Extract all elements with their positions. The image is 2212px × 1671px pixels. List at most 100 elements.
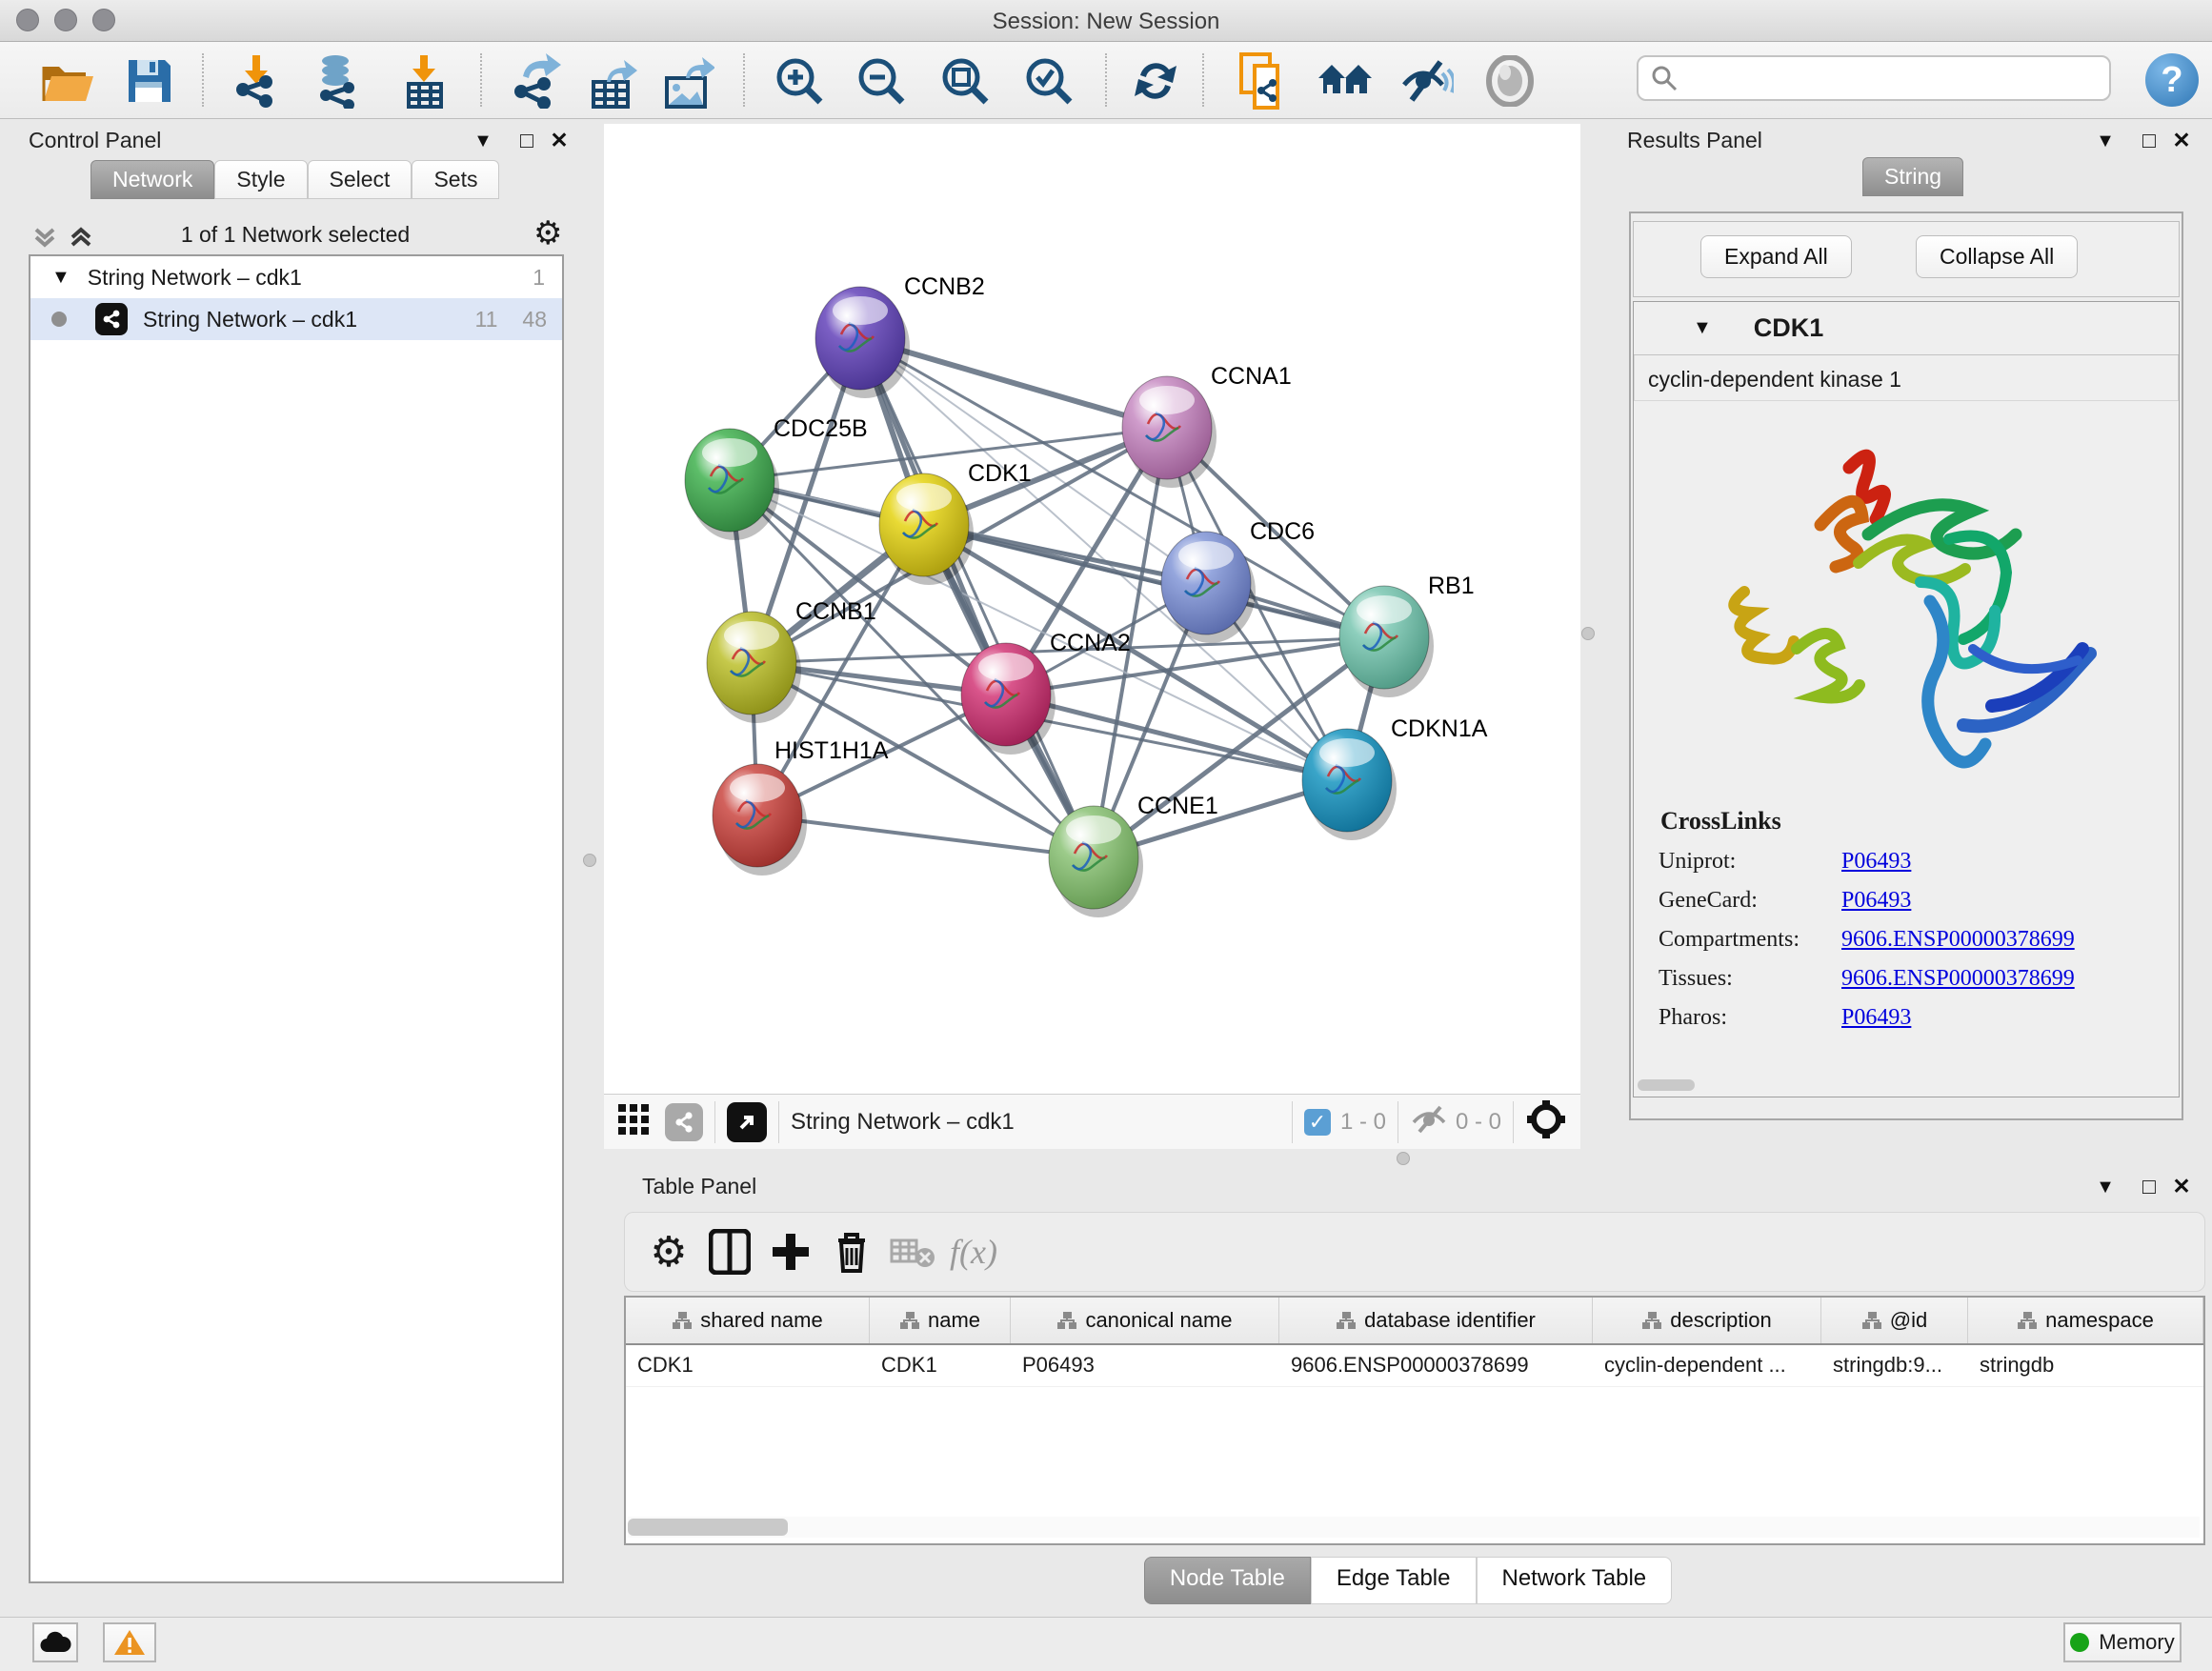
network-edge-count: 48 [522, 307, 547, 332]
node-label-RB1: RB1 [1428, 573, 1475, 599]
network-node-count: 11 [475, 307, 498, 332]
import-network-file-icon[interactable] [229, 53, 284, 109]
expand-all-button[interactable]: Expand All [1700, 235, 1852, 278]
crosslink-link[interactable]: P06493 [1841, 1005, 1911, 1031]
export-image-icon[interactable] [659, 53, 714, 109]
search-input[interactable] [1679, 66, 2079, 91]
node-CDK1[interactable]: CDK1 [879, 460, 1032, 585]
help-icon[interactable]: ? [2145, 53, 2199, 107]
column-header-name[interactable]: name [870, 1298, 1011, 1343]
table-panel-collapse-icon[interactable]: ▼ [2089, 1177, 2122, 1198]
control-panel-close-icon[interactable]: ✕ [543, 128, 575, 153]
node-CCNB2[interactable]: CCNB2 [815, 273, 985, 398]
node-label-CDK1: CDK1 [968, 460, 1032, 487]
column-header-namespace[interactable]: namespace [1968, 1298, 2203, 1343]
tab-network[interactable]: Network [90, 160, 214, 199]
share-view-icon[interactable] [665, 1103, 703, 1141]
column-header-databaseidentifier[interactable]: database identifier [1279, 1298, 1593, 1343]
network-row[interactable]: String Network – cdk1 11 48 [30, 298, 562, 340]
tab-network-table[interactable]: Network Table [1477, 1557, 1673, 1604]
control-panel-collapse-icon[interactable]: ▼ [467, 131, 499, 152]
node-RB1[interactable]: RB1 [1339, 573, 1475, 697]
neighbors-houses-icon[interactable] [1317, 53, 1372, 109]
node-CCNB1[interactable]: CCNB1 [707, 598, 876, 723]
collapse-all-button[interactable]: Collapse All [1916, 235, 2078, 278]
edge-CCNB2-CCNE1[interactable] [860, 338, 1094, 857]
results-panel-float-icon[interactable]: □ [2133, 128, 2165, 153]
table-panel-float-icon[interactable]: □ [2133, 1174, 2165, 1199]
birdseye-icon[interactable] [1482, 53, 1538, 109]
bottom-splitter-handle[interactable] [1397, 1152, 1410, 1165]
zoom-fit-icon[interactable] [937, 53, 993, 109]
crosslink-row: Uniprot:P06493 [1634, 849, 2179, 875]
export-network-icon[interactable] [509, 53, 564, 109]
table-hscrollbar-thumb[interactable] [628, 1519, 788, 1536]
results-panel-collapse-icon[interactable]: ▼ [2089, 131, 2122, 152]
right-splitter-handle[interactable] [1581, 627, 1595, 640]
open-session-icon[interactable] [40, 53, 95, 109]
node-CDC6[interactable]: CDC6 [1161, 518, 1315, 643]
network-collection-row[interactable]: ▼ String Network – cdk1 1 [30, 256, 562, 298]
hide-details-icon[interactable] [1398, 53, 1454, 109]
show-columns-icon[interactable] [699, 1223, 760, 1280]
network-options-gear-icon[interactable]: ⚙ [533, 214, 562, 252]
tab-edge-table[interactable]: Edge Table [1311, 1557, 1477, 1604]
crosslink-link[interactable]: P06493 [1841, 888, 1911, 914]
delete-column-icon[interactable] [821, 1223, 882, 1280]
node-HIST1H1A[interactable]: HIST1H1A [713, 737, 889, 876]
zoom-selected-icon[interactable] [1021, 53, 1076, 109]
crosslink-link[interactable]: 9606.ENSP00000378699 [1841, 966, 2075, 992]
control-panel-float-icon[interactable]: □ [511, 128, 543, 153]
network-canvas[interactable]: CCNB2 CCNA1 CDC25B CDK1 CDC6 RB1 CCNB1 CCNA2 CDK… [604, 124, 1580, 1094]
network-canvas-svg: CCNB2 CCNA1 CDC25B CDK1 CDC6 RB1 CCNB1 CCNA2 CDK… [604, 124, 1580, 1094]
tab-node-table[interactable]: Node Table [1144, 1557, 1311, 1604]
collapse-all-trees-icon[interactable] [32, 224, 57, 255]
import-table-icon[interactable] [396, 53, 452, 109]
edge-HIST1H1A-CCNE1[interactable] [757, 815, 1094, 857]
gene-expander-icon[interactable]: ▼ [1693, 317, 1712, 339]
table-tabs: Node TableEdge TableNetwork Table [604, 1557, 2212, 1604]
tab-select[interactable]: Select [308, 160, 412, 199]
expand-all-trees-icon[interactable] [69, 224, 93, 255]
column-header-id[interactable]: @id [1821, 1298, 1968, 1343]
selected-counts: 1 - 0 [1340, 1109, 1386, 1136]
left-splitter-handle[interactable] [583, 854, 596, 867]
grid-view-icon[interactable] [617, 1103, 650, 1140]
add-column-icon[interactable] [760, 1223, 821, 1280]
crosslink-link[interactable]: 9606.ENSP00000378699 [1841, 927, 2075, 953]
clipboard-network-icon[interactable] [1235, 53, 1290, 109]
node-CDC25B[interactable]: CDC25B [685, 415, 868, 540]
node-CDKN1A[interactable]: CDKN1A [1302, 715, 1488, 840]
column-header-canonicalname[interactable]: canonical name [1011, 1298, 1279, 1343]
results-panel-close-icon[interactable]: ✕ [2165, 128, 2198, 153]
open-in-window-icon[interactable] [727, 1102, 767, 1142]
refresh-icon[interactable] [1128, 53, 1183, 109]
results-hscrollbar-thumb[interactable] [1638, 1079, 1695, 1091]
crosslink-link[interactable]: P06493 [1841, 849, 1911, 875]
table-panel-close-icon[interactable]: ✕ [2165, 1174, 2198, 1199]
save-session-icon[interactable] [122, 53, 177, 109]
warning-status-button[interactable] [103, 1622, 156, 1662]
zoom-in-icon[interactable] [772, 53, 827, 109]
table-hscrollbar[interactable] [628, 1517, 2200, 1538]
import-network-database-icon[interactable] [311, 53, 366, 109]
node-CCNE1[interactable]: CCNE1 [1049, 793, 1218, 917]
edge-CDK1-RB1[interactable] [924, 525, 1384, 637]
column-header-sharedname[interactable]: shared name [626, 1298, 870, 1343]
collection-expander-icon[interactable]: ▼ [51, 267, 70, 289]
cloud-status-button[interactable] [32, 1622, 78, 1662]
memory-button[interactable]: Memory [2063, 1622, 2182, 1662]
table-options-gear-icon[interactable]: ⚙ [638, 1223, 699, 1280]
node-CCNA1[interactable]: CCNA1 [1122, 363, 1292, 488]
tab-style[interactable]: Style [214, 160, 307, 199]
zoom-out-icon[interactable] [854, 53, 909, 109]
column-header-description[interactable]: description [1593, 1298, 1821, 1343]
selected-checkbox-icon[interactable]: ✓ [1304, 1109, 1331, 1136]
table-row[interactable]: CDK1CDK1P064939606.ENSP00000378699cyclin… [626, 1345, 2203, 1387]
birdseye-toggle-icon[interactable] [1525, 1098, 1567, 1145]
node-CCNA2[interactable]: CCNA2 [961, 630, 1131, 755]
export-table-icon[interactable] [583, 53, 638, 109]
tab-string[interactable]: String [1862, 157, 1963, 196]
tab-sets[interactable]: Sets [412, 160, 499, 199]
gene-card-header[interactable]: ▼ CDK1 [1634, 302, 2179, 355]
